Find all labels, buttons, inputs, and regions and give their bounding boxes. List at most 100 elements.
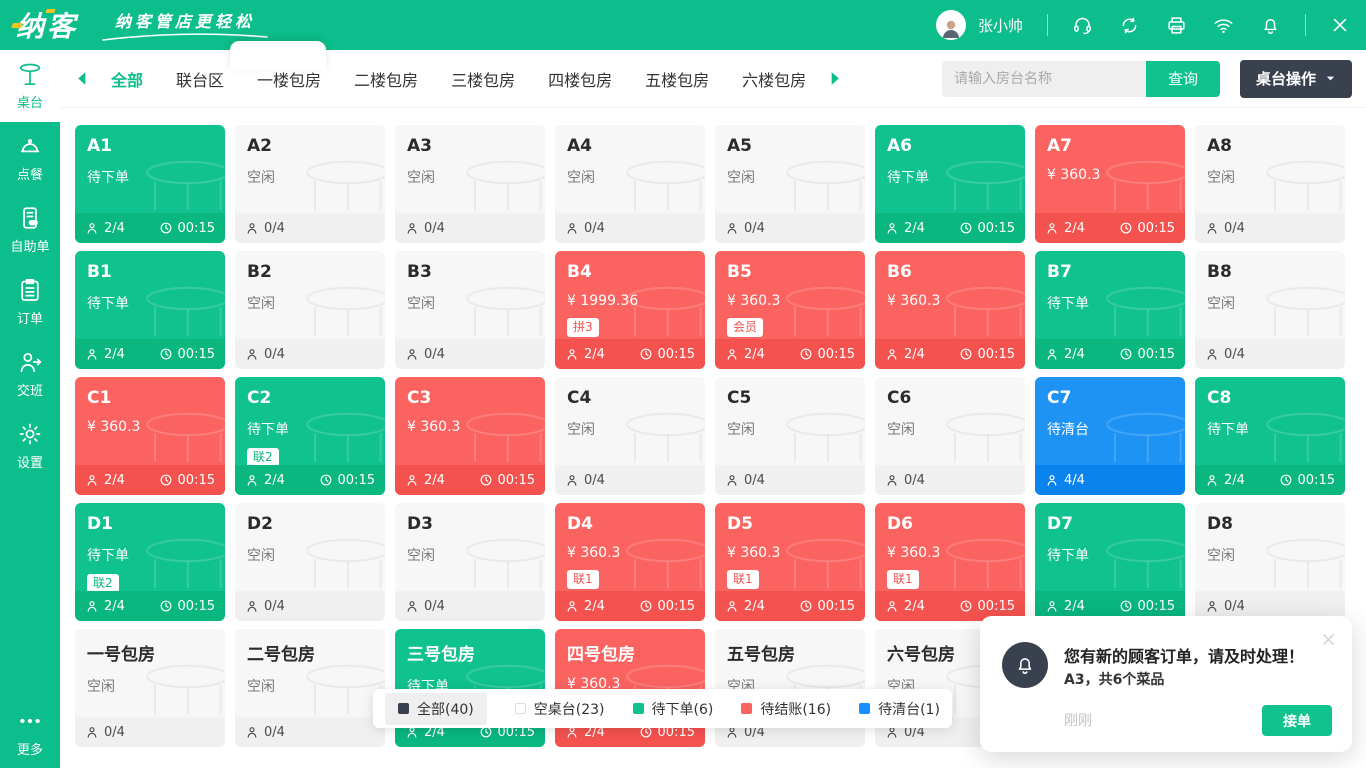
- tab-全部[interactable]: 全部: [111, 67, 143, 91]
- support-headset-icon[interactable]: [1072, 15, 1093, 36]
- table-timer: 00:15: [959, 599, 1015, 614]
- legend-item-空桌台(23)[interactable]: 空桌台(23): [515, 699, 605, 719]
- table-card-A8[interactable]: A8空闲0/4: [1195, 125, 1345, 243]
- table-card-D3[interactable]: D3空闲0/4: [395, 503, 545, 621]
- table-card-B6[interactable]: B6¥ 360.32/400:15: [875, 251, 1025, 369]
- table-card-C4[interactable]: C4空闲0/4: [555, 377, 705, 495]
- person-icon: [1205, 473, 1219, 487]
- table-card-D8[interactable]: D8空闲0/4: [1195, 503, 1345, 621]
- search-input[interactable]: [942, 61, 1146, 97]
- table-name: C6: [887, 388, 1013, 408]
- table-occupancy: 4/4: [1045, 473, 1085, 488]
- sidebar-item-点餐[interactable]: 点餐: [0, 122, 60, 194]
- accept-order-button[interactable]: 接单: [1262, 705, 1332, 736]
- table-occupancy: 2/4: [405, 473, 445, 488]
- avatar[interactable]: [936, 10, 966, 40]
- bell-icon[interactable]: [1260, 15, 1281, 36]
- person-icon: [1045, 347, 1059, 361]
- table-card-C2[interactable]: C2待下单联22/400:15: [235, 377, 385, 495]
- table-card-A5[interactable]: A5空闲0/4: [715, 125, 865, 243]
- table-occupancy: 2/4: [1205, 473, 1245, 488]
- legend-label: 待下单(6): [652, 699, 714, 719]
- table-card-B1[interactable]: B1待下单2/400:15: [75, 251, 225, 369]
- table-status: ¥ 360.3: [887, 293, 1013, 309]
- tab-四楼包房[interactable]: 四楼包房: [548, 67, 612, 91]
- sidebar-item-自助单[interactable]: 自助单: [0, 194, 60, 266]
- table-card-A1[interactable]: A1待下单2/400:15: [75, 125, 225, 243]
- table-status: 空闲: [87, 676, 213, 696]
- tab-三楼包房[interactable]: 三楼包房: [451, 67, 515, 91]
- table-card-B2[interactable]: B2空闲0/4: [235, 251, 385, 369]
- table-card-五号包房[interactable]: 五号包房空闲0/4: [715, 629, 865, 747]
- sidebar-item-订单[interactable]: 订单: [0, 266, 60, 338]
- legend-label: 空桌台(23): [534, 699, 605, 719]
- table-actions-button[interactable]: 桌台操作: [1240, 60, 1352, 98]
- search-button[interactable]: 查询: [1146, 61, 1220, 97]
- toast-message: A3，共6个菜品: [1064, 669, 1164, 689]
- table-card-B7[interactable]: B7待下单2/400:15: [1035, 251, 1185, 369]
- person-icon: [85, 473, 99, 487]
- table-card-C8[interactable]: C8待下单2/400:15: [1195, 377, 1345, 495]
- cloud-sync-icon[interactable]: [1119, 15, 1140, 36]
- tab-五楼包房[interactable]: 五楼包房: [645, 67, 709, 91]
- table-card-A4[interactable]: A4空闲0/4: [555, 125, 705, 243]
- brand-slogan-wrap: 纳客管店更轻松: [100, 8, 270, 42]
- table-card-D1[interactable]: D1待下单联22/400:15: [75, 503, 225, 621]
- table-timer: 00:15: [159, 473, 215, 488]
- tab-联台区[interactable]: 联台区: [176, 67, 224, 91]
- nav-scroll-right-icon[interactable]: [826, 70, 843, 87]
- table-card-A7[interactable]: A7¥ 360.32/400:15: [1035, 125, 1185, 243]
- toast-close-icon[interactable]: [1320, 631, 1337, 648]
- tab-二楼包房[interactable]: 二楼包房: [354, 67, 418, 91]
- sidebar-item-桌台[interactable]: 桌台: [0, 50, 60, 122]
- table-badge: 联1: [727, 570, 759, 589]
- table-card-footer: 2/400:15: [715, 339, 865, 369]
- table-status: 待下单: [887, 167, 1013, 187]
- legend-item-待清台(1)[interactable]: 待清台(1): [859, 699, 940, 719]
- table-card-三号包房[interactable]: 三号包房待下单2/400:15: [395, 629, 545, 747]
- nav-scroll-left-icon[interactable]: [74, 70, 91, 87]
- table-card-一号包房[interactable]: 一号包房空闲0/4: [75, 629, 225, 747]
- wifi-icon[interactable]: [1213, 15, 1234, 36]
- window-close-icon[interactable]: [1330, 15, 1350, 35]
- table-name: A7: [1047, 136, 1173, 156]
- table-card-A2[interactable]: A2空闲0/4: [235, 125, 385, 243]
- legend-item-待结账(16)[interactable]: 待结账(16): [741, 699, 831, 719]
- legend-item-待下单(6)[interactable]: 待下单(6): [633, 699, 714, 719]
- table-card-D2[interactable]: D2空闲0/4: [235, 503, 385, 621]
- legend-item-全部(40)[interactable]: 全部(40): [385, 693, 487, 725]
- sidebar-item-交班[interactable]: 交班: [0, 338, 60, 410]
- table-occupancy: 2/4: [725, 599, 765, 614]
- table-card-C7[interactable]: C7待清台4/4: [1035, 377, 1185, 495]
- table-card-D7[interactable]: D7待下单2/400:15: [1035, 503, 1185, 621]
- table-card-D6[interactable]: D6¥ 360.3联12/400:15: [875, 503, 1025, 621]
- notification-bell-icon: [1002, 642, 1048, 688]
- table-card-B3[interactable]: B3空闲0/4: [395, 251, 545, 369]
- table-card-A3[interactable]: A3空闲0/4: [395, 125, 545, 243]
- person-icon: [1205, 599, 1219, 613]
- table-status: 空闲: [247, 545, 373, 565]
- tab-一楼包房[interactable]: 一楼包房: [257, 67, 321, 91]
- table-card-C1[interactable]: C1¥ 360.32/400:15: [75, 377, 225, 495]
- legend-swatch: [515, 703, 526, 714]
- printer-icon[interactable]: [1166, 15, 1187, 36]
- table-status: ¥ 360.3: [727, 293, 853, 309]
- table-card-D4[interactable]: D4¥ 360.3联12/400:15: [555, 503, 705, 621]
- table-card-B4[interactable]: B4¥ 1999.36拼32/400:15: [555, 251, 705, 369]
- table-card-B8[interactable]: B8空闲0/4: [1195, 251, 1345, 369]
- tab-六楼包房[interactable]: 六楼包房: [742, 67, 806, 91]
- person-icon: [245, 221, 259, 235]
- person-icon: [725, 347, 739, 361]
- table-card-C5[interactable]: C5空闲0/4: [715, 377, 865, 495]
- table-card-二号包房[interactable]: 二号包房空闲0/4: [235, 629, 385, 747]
- sidebar-item-label: 交班: [17, 380, 43, 399]
- sidebar-item-more[interactable]: 更多: [0, 704, 60, 762]
- table-card-D5[interactable]: D5¥ 360.3联12/400:15: [715, 503, 865, 621]
- table-card-A6[interactable]: A6待下单2/400:15: [875, 125, 1025, 243]
- table-card-C3[interactable]: C3¥ 360.32/400:15: [395, 377, 545, 495]
- table-card-C6[interactable]: C6空闲0/4: [875, 377, 1025, 495]
- legend-label: 待清台(1): [878, 699, 940, 719]
- sidebar-item-设置[interactable]: 设置: [0, 410, 60, 482]
- table-card-四号包房[interactable]: 四号包房¥ 360.32/400:15: [555, 629, 705, 747]
- table-card-B5[interactable]: B5¥ 360.3会员2/400:15: [715, 251, 865, 369]
